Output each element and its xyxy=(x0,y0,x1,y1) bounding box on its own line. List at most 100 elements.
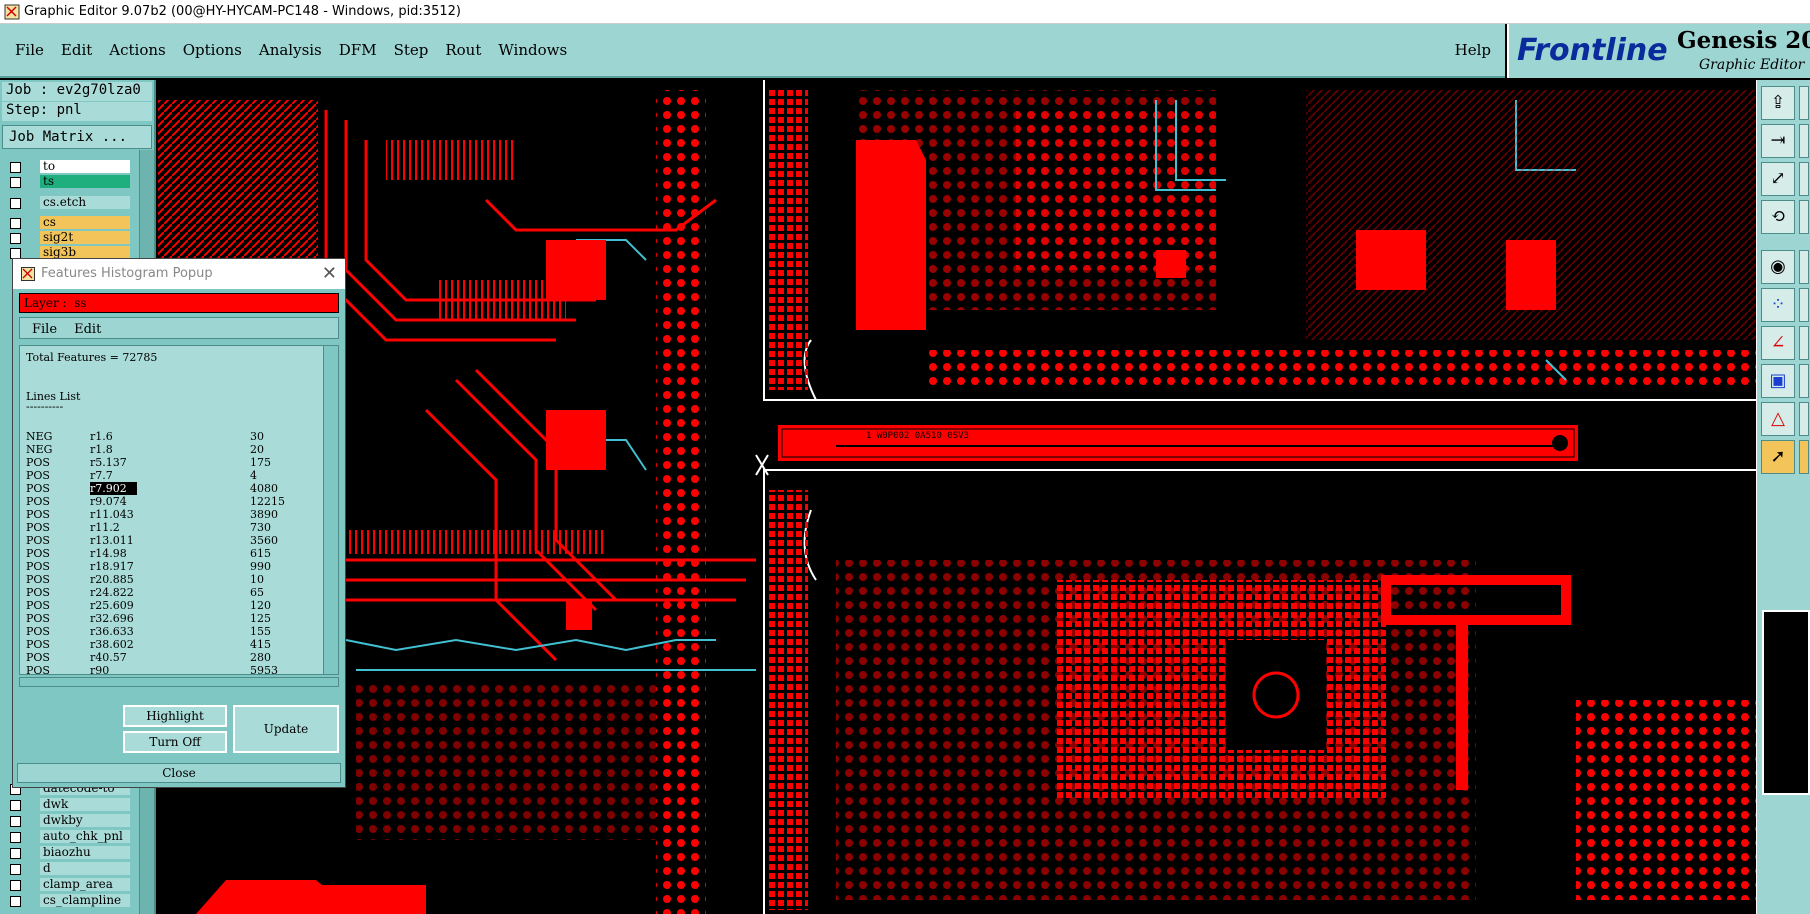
menu-windows[interactable]: Windows xyxy=(498,41,567,59)
layer-name[interactable]: cs_clampline xyxy=(40,894,130,907)
layer-row[interactable]: clamp_area xyxy=(6,878,136,892)
menu-options[interactable]: Options xyxy=(183,41,242,59)
layer-checkbox[interactable] xyxy=(10,848,21,859)
pointer-icon[interactable]: ➚ xyxy=(1761,440,1795,474)
menu-edit[interactable]: Edit xyxy=(61,41,92,59)
toolbar-stub[interactable] xyxy=(1799,440,1809,474)
histogram-list[interactable]: Total Features = 72785 Lines List ------… xyxy=(19,345,339,675)
histogram-row[interactable]: POS r90 5953 xyxy=(26,664,316,674)
menubar: File Edit Actions Options Analysis DFM S… xyxy=(0,24,1505,78)
graphic-canvas[interactable]: 1 W0P002 0A510 0SV3 xyxy=(156,80,1756,914)
histogram-row[interactable]: POS r13.011 3560 xyxy=(26,534,316,547)
toolbar-stub[interactable] xyxy=(1799,86,1809,120)
layer-name[interactable]: cs xyxy=(40,216,130,229)
histogram-row[interactable]: POS r18.917 990 xyxy=(26,560,316,573)
layer-row[interactable]: to xyxy=(6,160,136,174)
histogram-row[interactable]: POS r25.609 120 xyxy=(26,599,316,612)
update-button[interactable]: Update xyxy=(233,705,339,753)
toolbar-stub[interactable] xyxy=(1799,162,1809,196)
layer-row[interactable]: ts xyxy=(6,175,136,189)
histogram-row[interactable]: POS r11.2 730 xyxy=(26,521,316,534)
histogram-row[interactable]: POS r7.7 4 xyxy=(26,469,316,482)
layer-checkbox[interactable] xyxy=(10,233,21,244)
toolbar-stub[interactable] xyxy=(1799,250,1809,284)
toolbar-stub[interactable] xyxy=(1799,124,1809,158)
layer-row[interactable]: cs.etch xyxy=(6,196,136,210)
histogram-row[interactable]: POS r14.98 615 xyxy=(26,547,316,560)
triangle-icon[interactable]: △ xyxy=(1761,402,1795,436)
toolbar-stub[interactable] xyxy=(1799,288,1809,322)
histogram-row[interactable]: POS r36.633 155 xyxy=(26,625,316,638)
layer-name[interactable]: dwk xyxy=(40,798,130,811)
layer-name[interactable]: clamp_area xyxy=(40,878,130,891)
menu-dfm[interactable]: DFM xyxy=(339,41,377,59)
list-vertical-scrollbar[interactable] xyxy=(323,346,338,674)
net-icon[interactable]: ⁘ xyxy=(1761,288,1795,322)
layer-row[interactable]: cs xyxy=(6,216,136,230)
layer-checkbox[interactable] xyxy=(10,218,21,229)
menu-file[interactable]: File xyxy=(15,41,44,59)
layer-row[interactable]: d xyxy=(6,862,136,876)
menu-analysis[interactable]: Analysis xyxy=(259,41,322,59)
layer-checkbox[interactable] xyxy=(10,177,21,188)
histogram-row[interactable]: POS r32.696 125 xyxy=(26,612,316,625)
select-features-icon[interactable]: ▣ xyxy=(1761,364,1795,398)
toolbar-stub[interactable] xyxy=(1799,326,1809,360)
histogram-row[interactable]: NEG r1.6 30 xyxy=(26,430,316,443)
layer-checkbox[interactable] xyxy=(10,162,21,173)
layer-row[interactable]: biaozhu xyxy=(6,846,136,860)
histogram-row[interactable]: POS r7.902 4080 xyxy=(26,482,316,495)
histogram-row[interactable]: POS r40.57 280 xyxy=(26,651,316,664)
histogram-row[interactable]: POS r9.074 12215 xyxy=(26,495,316,508)
layer-name[interactable]: cs.etch xyxy=(40,196,130,209)
layer-name[interactable]: sig2t xyxy=(40,231,130,244)
histogram-row[interactable]: POS r20.885 10 xyxy=(26,573,316,586)
layer-row[interactable]: dwk xyxy=(6,798,136,812)
histogram-row[interactable]: POS r24.822 65 xyxy=(26,586,316,599)
list-horizontal-scrollbar[interactable] xyxy=(19,677,339,687)
histogram-row[interactable]: POS r11.043 3890 xyxy=(26,508,316,521)
toolbar-stub[interactable] xyxy=(1799,402,1809,436)
close-icon[interactable]: ✕ xyxy=(322,263,337,284)
layer-name[interactable]: dwkby xyxy=(40,814,130,827)
layer-name[interactable]: to xyxy=(40,160,130,173)
menu-rout[interactable]: Rout xyxy=(445,41,481,59)
layer-checkbox[interactable] xyxy=(10,816,21,827)
layer-name[interactable]: ts xyxy=(40,175,130,188)
layer-checkbox[interactable] xyxy=(10,800,21,811)
layer-name[interactable]: d xyxy=(40,862,130,875)
layer-name[interactable]: biaozhu xyxy=(40,846,130,859)
menu-help[interactable]: Help xyxy=(1455,41,1491,59)
toolbar-stub[interactable] xyxy=(1799,364,1809,398)
layer-row[interactable]: auto_chk_pnl xyxy=(6,830,136,844)
histogram-row[interactable]: POS r38.602 415 xyxy=(26,638,316,651)
job-matrix-button[interactable]: Job Matrix ... xyxy=(2,125,152,149)
layer-out-icon[interactable]: ⇥ xyxy=(1761,124,1795,158)
layer-row[interactable]: sig2t xyxy=(6,231,136,245)
layer-checkbox[interactable] xyxy=(10,864,21,875)
overview-window[interactable] xyxy=(1762,610,1810,795)
highlight-button[interactable]: Highlight xyxy=(123,705,227,727)
zoom-fit-icon[interactable]: ⤢ xyxy=(1761,162,1795,196)
layer-checkbox[interactable] xyxy=(10,896,21,907)
turn-off-button[interactable]: Turn Off xyxy=(123,731,227,753)
draw-line-icon[interactable]: ∠ xyxy=(1761,326,1795,360)
layer-in-icon[interactable]: ⇪ xyxy=(1761,86,1795,120)
layer-checkbox[interactable] xyxy=(10,832,21,843)
measure-icon[interactable]: ⟲ xyxy=(1761,200,1795,234)
menu-step[interactable]: Step xyxy=(394,41,429,59)
layer-row[interactable]: cs_clampline xyxy=(6,894,136,908)
layer-row[interactable]: dwkby xyxy=(6,814,136,828)
toolbar-stub[interactable] xyxy=(1799,200,1809,234)
snap-icon[interactable]: ◉ xyxy=(1761,250,1795,284)
layer-checkbox[interactable] xyxy=(10,198,21,209)
histogram-row[interactable]: NEG r1.8 20 xyxy=(26,443,316,456)
pcb-graphic: 1 W0P002 0A510 0SV3 xyxy=(156,80,1756,914)
histogram-row[interactable]: POS r5.137 175 xyxy=(26,456,316,469)
popup-menu-edit[interactable]: Edit xyxy=(74,322,101,337)
menu-actions[interactable]: Actions xyxy=(109,41,165,59)
layer-checkbox[interactable] xyxy=(10,880,21,891)
layer-name[interactable]: auto_chk_pnl xyxy=(40,830,130,843)
close-button[interactable]: Close xyxy=(17,763,341,783)
popup-menu-file[interactable]: File xyxy=(32,322,57,337)
